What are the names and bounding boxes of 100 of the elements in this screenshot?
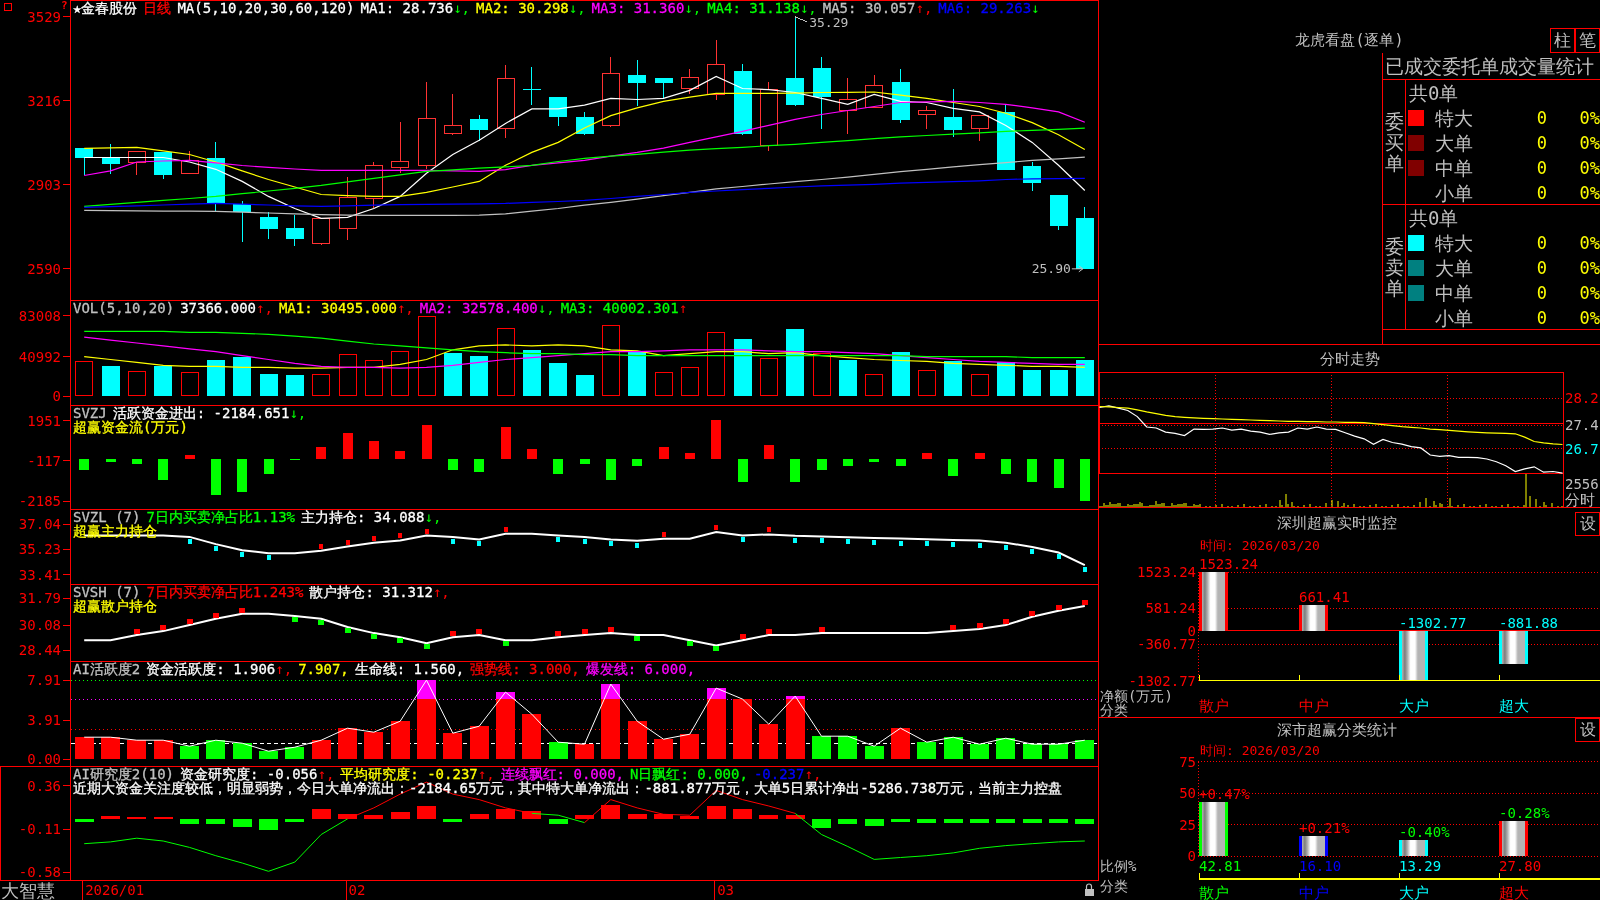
- order-percent: 0%: [1579, 282, 1600, 303]
- axis-tick-label: 28.44: [18, 642, 61, 659]
- indicator-value: MA3: 40002.301: [560, 301, 679, 315]
- view-mode-button[interactable]: 笔: [1575, 28, 1600, 53]
- order-size-label: 小单: [1435, 181, 1474, 204]
- bar-value-label: 27.80: [1499, 858, 1542, 874]
- date-label: 03: [717, 882, 735, 898]
- candlestick: [759, 81, 778, 152]
- axis-tick-label: 0.00: [27, 751, 61, 767]
- order-percent: 0%: [1579, 132, 1600, 153]
- bar-value-label: 13.29: [1399, 858, 1442, 874]
- indicator-caption: 超赢资金流(万元): [73, 420, 188, 434]
- candlestick: [654, 77, 673, 99]
- order-count: 0: [1536, 307, 1547, 328]
- order-count: 0: [1536, 157, 1547, 178]
- candlestick: [470, 114, 489, 142]
- axis-title: 净额(万元): [1100, 688, 1173, 704]
- indicator-text: 7日内买卖净占比1.13%: [146, 510, 295, 524]
- trend-arrow: ↑: [678, 301, 688, 315]
- axis-tick-label: 7.91: [27, 672, 61, 688]
- category-label: 大户: [1399, 697, 1429, 715]
- bar-change-label: -0.28%: [1499, 805, 1550, 822]
- indicator-text: 日线: [143, 1, 172, 15]
- settings-button[interactable]: 设: [1575, 512, 1600, 536]
- candlestick: [180, 150, 199, 174]
- square-icon: [4, 3, 12, 11]
- candlestick: [312, 217, 331, 246]
- axis-tick-label: 75: [1179, 753, 1196, 770]
- indicator-name: SVZJ: [73, 406, 107, 420]
- axis-tick-label: 83008: [18, 307, 61, 324]
- indicator-name: AI研究度2(10): [73, 767, 174, 781]
- candlestick: [338, 176, 357, 241]
- order-percent: 0%: [1579, 182, 1600, 203]
- indicator-value: 资金研究度: -0.056: [180, 767, 318, 781]
- candlestick: [443, 93, 462, 136]
- bar-value-label: 1523.24: [1199, 556, 1258, 573]
- axis-title: 分类: [1100, 878, 1128, 894]
- view-mode-button[interactable]: 柱: [1550, 28, 1575, 53]
- candlestick: [75, 147, 94, 176]
- trend-arrow: ↓,: [537, 301, 555, 315]
- axis-tick-label: 26.7: [1565, 440, 1599, 457]
- order-percent: 0%: [1579, 307, 1600, 328]
- indicator-value: 37366.000: [180, 301, 256, 315]
- candlestick: [601, 56, 620, 128]
- settings-button[interactable]: 设: [1575, 718, 1600, 742]
- brand-name: 大智慧: [1, 881, 55, 900]
- candlestick: [364, 161, 383, 209]
- candlestick: [522, 66, 541, 106]
- panel-title: 龙虎看盘(逐单): [1295, 31, 1404, 50]
- bar-change-label: -0.40%: [1399, 823, 1450, 840]
- axis-tick-label: 0: [1187, 848, 1196, 865]
- high-price-label: 35.29: [794, 14, 849, 30]
- candlestick: [285, 214, 304, 247]
- candlestick: [970, 114, 989, 142]
- corner-mark: ?: [61, 0, 68, 12]
- axis-tick-label: 31.79: [18, 590, 61, 607]
- annotation: 35.29: [809, 14, 849, 30]
- trend-arrow: ↓,: [289, 406, 307, 420]
- indicator-value: MA1: 30495.000: [278, 301, 397, 315]
- indicator-text: MA(5,10,20,30,60,120): [177, 1, 355, 15]
- axis-tick-label: 0: [1187, 622, 1196, 639]
- axis-tick-label: 0: [52, 388, 61, 405]
- candlestick: [127, 150, 146, 176]
- indicator-value: 活跃资金进出: -2184.651: [112, 406, 290, 420]
- indicator-caption: 超赢散户持仓: [73, 599, 157, 613]
- order-count: 0: [1536, 232, 1547, 253]
- indicator-text: 强势线: 3.000,: [470, 662, 580, 676]
- order-size-label: 大单: [1435, 131, 1474, 154]
- trend-arrow: ↑,: [804, 767, 822, 781]
- indicator-value: 平均研究度: -0.237: [340, 767, 478, 781]
- category-label: 散户: [1199, 697, 1229, 715]
- candlestick: [1023, 161, 1042, 192]
- category-label: 散户: [1199, 884, 1229, 900]
- candlestick: [707, 40, 726, 100]
- indicator-name: AI活跃度2: [73, 662, 141, 676]
- axis-tick-label: 28.2: [1565, 390, 1599, 407]
- candlestick: [891, 68, 910, 124]
- indicator-value: MA1: 28.736: [360, 1, 454, 15]
- indicator-value: -0.237: [753, 767, 805, 781]
- order-size-label: 小单: [1435, 306, 1474, 329]
- axis-tick-label: 581.24: [1145, 600, 1196, 617]
- indicator-value: MA2: 32578.400: [419, 301, 538, 315]
- axis-tick-label: -117: [27, 452, 61, 469]
- indicator-text: 7.907,: [298, 662, 349, 676]
- trend-arrow: ↑,: [317, 767, 335, 781]
- candlestick: [680, 68, 699, 95]
- indicator-text: 生命线: 1.560,: [354, 662, 465, 676]
- time-label: 时间: 2026/03/20: [1200, 742, 1320, 758]
- axis-tick-label: 1951: [27, 412, 61, 429]
- bar-value-label: 16.10: [1299, 858, 1342, 874]
- indicator-text: 7日内买卖净占比1.243%: [146, 585, 304, 599]
- candlestick: [154, 151, 173, 180]
- bar-change-label: +0.21%: [1299, 820, 1350, 836]
- candlestick: [233, 201, 252, 243]
- indicator-name: VOL(5,10,20): [73, 301, 175, 315]
- trend-arrow: ↑,: [256, 301, 273, 315]
- trend-arrow: ↓,: [424, 510, 442, 524]
- bar-value-label: -1302.77: [1399, 614, 1467, 631]
- trend-arrow: ↓,: [453, 1, 471, 15]
- indicator-text: N日飘红: 0.000,: [630, 767, 748, 781]
